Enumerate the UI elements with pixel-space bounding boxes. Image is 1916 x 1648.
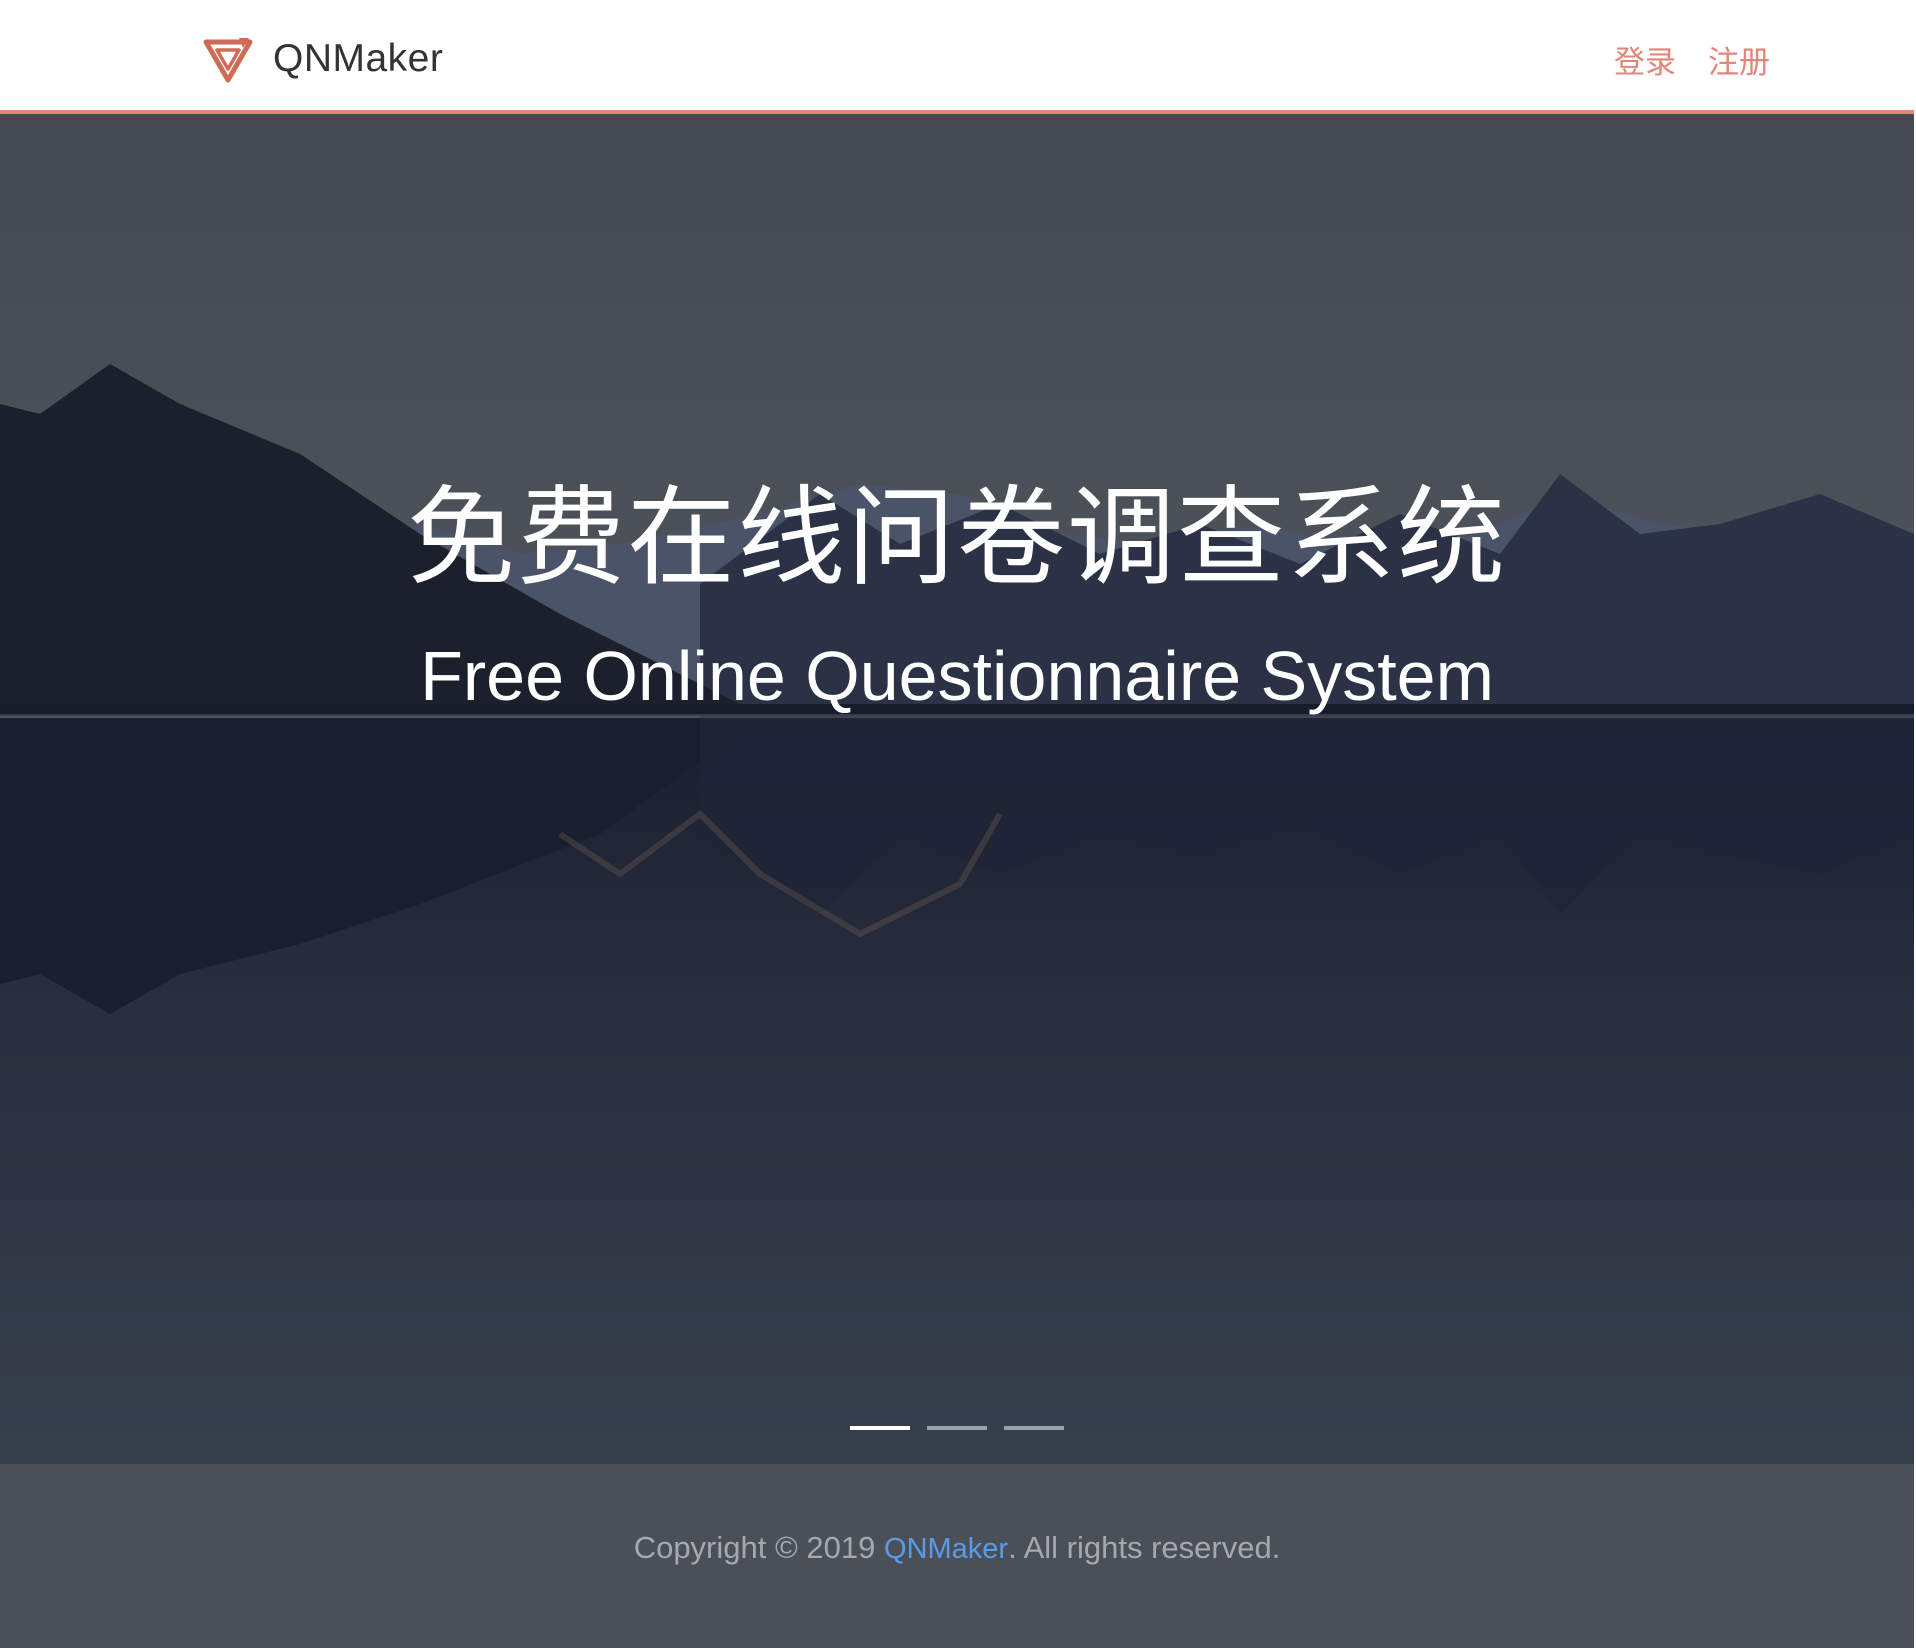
login-link[interactable]: 登录 (1614, 37, 1676, 82)
copyright-prefix: Copyright © 2019 (633, 1530, 885, 1565)
brand-home-link[interactable]: QNMaker (203, 34, 443, 84)
auth-links: 登录 注册 (1582, 34, 1770, 84)
copyright-suffix: . All rights reserved. (1008, 1530, 1281, 1565)
hero-title-en: Free Online Questionnaire System (420, 637, 1494, 715)
hero-overlay (0, 114, 1914, 1464)
carousel-indicator-3[interactable] (1004, 1426, 1064, 1430)
qnmaker-logo-icon (203, 34, 253, 84)
hero-carousel: 免费在线问卷调查系统 Free Online Questionnaire Sys… (0, 114, 1914, 1464)
carousel-indicator-1[interactable] (850, 1426, 910, 1430)
page-footer: Copyright © 2019 QNMaker. All rights res… (0, 1464, 1914, 1648)
landing-page: QNMaker 登录 注册 免费在线问卷调查系统 Free Online Que… (0, 0, 1916, 1648)
page-content: QNMaker 登录 注册 免费在线问卷调查系统 Free Online Que… (0, 0, 1914, 1648)
footer-brand-link[interactable]: QNMaker (884, 1533, 1008, 1565)
register-link[interactable]: 注册 (1708, 37, 1770, 82)
carousel-indicators (0, 1426, 1914, 1436)
carousel-indicator-2[interactable] (927, 1426, 987, 1430)
brand-name: QNMaker (273, 37, 444, 80)
copyright-text: Copyright © 2019 QNMaker. All rights res… (0, 1530, 1914, 1566)
hero-title-cn: 免费在线问卷调查系统 (406, 476, 1507, 601)
top-navbar: QNMaker 登录 注册 (0, 0, 1914, 114)
